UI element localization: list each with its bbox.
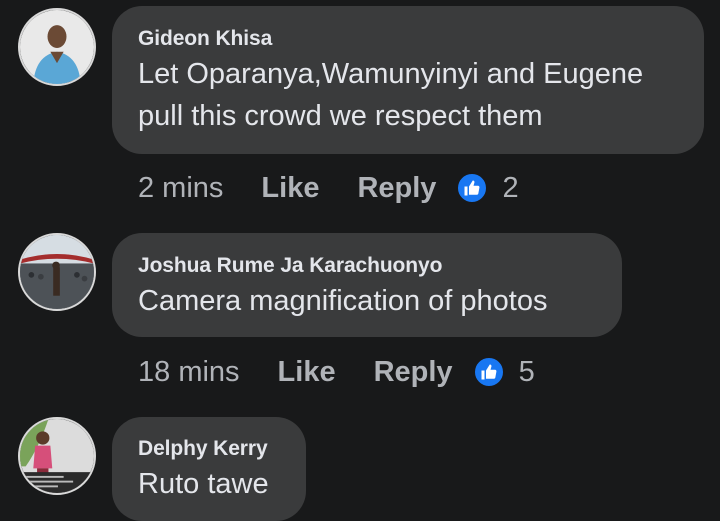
reply-button[interactable]: Reply	[374, 356, 453, 389]
avatar[interactable]	[18, 233, 96, 311]
comment-bubble: Gideon Khisa Let Oparanya,Wamunyinyi and…	[112, 6, 704, 154]
comment-text-line: Ruto tawe	[138, 468, 269, 500]
avatar-image	[20, 419, 94, 493]
like-button[interactable]: Like	[261, 172, 319, 205]
avatar[interactable]	[18, 417, 96, 495]
comment-text: Let Oparanya,Wamunyinyi and Eugene pull …	[138, 53, 678, 137]
comment-text-line: Let Oparanya,Wamunyinyi and Eugene	[138, 58, 644, 90]
thumbs-up-icon[interactable]	[472, 356, 505, 388]
reply-button[interactable]: Reply	[357, 172, 436, 205]
thumbs-up-icon[interactable]	[456, 172, 489, 204]
comment-bubble: Joshua Rume Ja Karachuonyo Camera magnif…	[112, 233, 622, 337]
avatar-image	[20, 10, 94, 84]
comment-text: Camera magnification of photos	[138, 280, 596, 322]
comment-author[interactable]: Joshua Rume Ja Karachuonyo	[138, 254, 596, 278]
comment-actions: 2 mins Like Reply 2	[138, 168, 519, 208]
comment-bubble: Delphy Kerry Ruto tawe	[112, 417, 306, 521]
comment-text: Ruto tawe	[138, 463, 280, 505]
like-button[interactable]: Like	[278, 356, 336, 389]
comment-timestamp[interactable]: 2 mins	[138, 172, 223, 205]
comment-author[interactable]: Delphy Kerry	[138, 437, 280, 461]
reaction-count[interactable]: 2	[502, 172, 518, 205]
avatar[interactable]	[18, 8, 96, 86]
comment-author[interactable]: Gideon Khisa	[138, 27, 678, 51]
comment-text-line: pull this crowd we respect them	[138, 100, 543, 132]
comment-actions: 18 mins Like Reply 5	[138, 352, 535, 392]
comment-timestamp[interactable]: 18 mins	[138, 356, 240, 389]
avatar-image	[20, 235, 94, 309]
reaction-count[interactable]: 5	[519, 356, 535, 389]
comment-text-line: Camera magnification of photos	[138, 285, 548, 317]
